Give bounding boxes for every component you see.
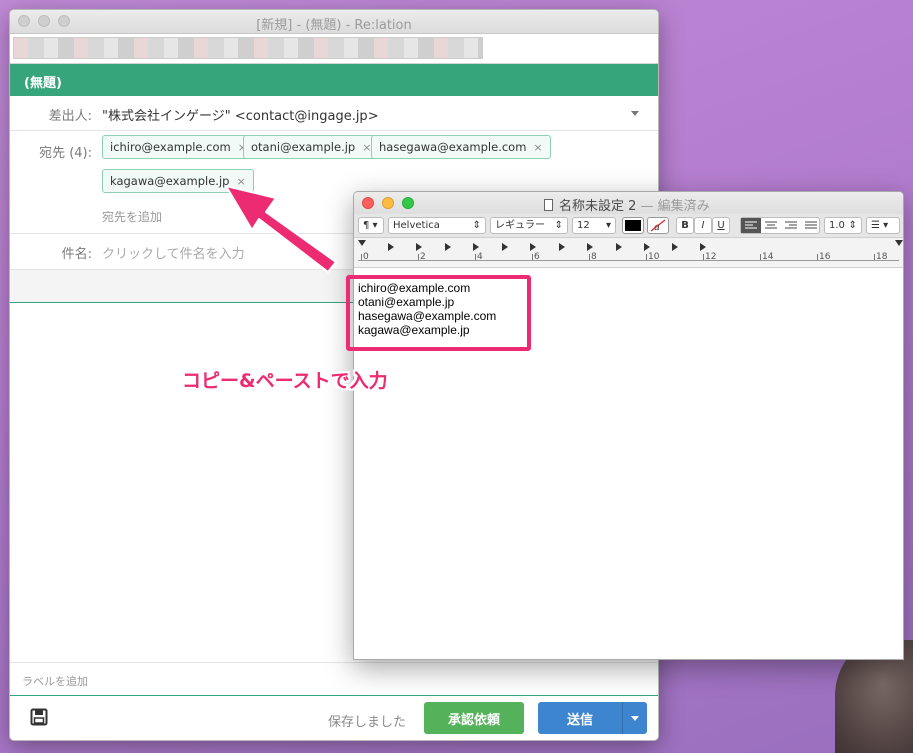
ruler-baseline <box>358 260 899 261</box>
add-label-input[interactable]: ラベルを追加 <box>10 662 658 696</box>
font-family-select[interactable]: Helvetica ⇕ <box>388 217 486 234</box>
ruler-tick <box>817 254 818 260</box>
right-margin-marker[interactable] <box>895 240 903 246</box>
ruler-tick <box>703 254 704 260</box>
tab-stop[interactable] <box>445 243 451 251</box>
recipient-chip[interactable]: hasegawa@example.com × <box>371 135 551 159</box>
close-window-button[interactable] <box>362 197 374 209</box>
ruler-tick <box>475 254 476 260</box>
ruler-label: 8 <box>591 252 597 262</box>
textedit-window-controls <box>362 197 414 209</box>
ruler-tick <box>532 254 533 260</box>
saved-status: 保存しました <box>328 715 407 730</box>
document-name: 名称未設定 2 <box>559 199 637 214</box>
recipient-address: otani@example.jp <box>251 140 356 154</box>
send-button[interactable]: 送信 <box>538 702 622 734</box>
tab-stop[interactable] <box>388 243 394 251</box>
minimize-window-button[interactable] <box>382 197 394 209</box>
font-family-value: Helvetica <box>393 220 440 231</box>
tab-stop[interactable] <box>672 243 678 251</box>
list-bullets-menu[interactable]: ☰ ▾ <box>866 217 900 234</box>
send-options-dropdown[interactable] <box>622 702 647 734</box>
tab-stop[interactable] <box>644 243 650 251</box>
textedit-titlebar: 名称未設定 2 — 編集済み <box>354 192 903 214</box>
font-size-value: 12 <box>577 220 590 231</box>
compose-footer: 保存しました 承認依頼 送信 <box>10 696 658 740</box>
window-title: [新規] - (無題) - Re:lation <box>256 18 412 33</box>
paragraph-label: ¶ <box>363 220 370 231</box>
ruler-tick <box>361 254 362 260</box>
tab-stop[interactable] <box>416 243 422 251</box>
highlight-box <box>346 275 531 351</box>
ruler-label: 0 <box>363 252 369 262</box>
blurred-address <box>13 37 483 59</box>
ruler-tick <box>760 254 761 260</box>
alignment-group <box>740 217 820 234</box>
from-select[interactable]: "株式会社インゲージ" <contact@ingage.jp> <box>102 105 379 124</box>
ruler-tick <box>589 254 590 260</box>
recipient-address: kagawa@example.jp <box>110 174 230 188</box>
edited-status: — 編集済み <box>640 199 710 214</box>
ruler-label: 18 <box>876 252 888 262</box>
ruler-label: 16 <box>819 252 831 262</box>
ruler-label: 4 <box>477 252 483 262</box>
italic-button[interactable]: I <box>694 217 712 234</box>
subject-input[interactable]: クリックして件名を入力 <box>102 243 245 262</box>
line-spacing-select[interactable]: 1.0 ⇕ <box>824 217 862 234</box>
paragraph-style-menu[interactable]: ¶ ▾ <box>358 217 384 234</box>
list-icon: ☰ <box>871 220 880 231</box>
format-toolbar: ¶ ▾ Helvetica ⇕ レギュラー ⇕ 12 ▾ a B I U 1.0 ⇕ ☰… <box>354 214 903 238</box>
to-label: 宛先 (4): <box>39 146 92 161</box>
ruler-label: 6 <box>534 252 540 262</box>
tab-stop[interactable] <box>616 243 622 251</box>
tab-stop[interactable] <box>700 243 706 251</box>
compose-header: (無題) <box>10 64 658 96</box>
tab-stop[interactable] <box>502 243 508 251</box>
annotation-label: コピー&ペーストで入力 <box>182 370 388 392</box>
recipient-chip[interactable]: otani@example.jp × <box>243 135 380 159</box>
ruler-tick <box>646 254 647 260</box>
tab-stop[interactable] <box>559 243 565 251</box>
add-recipient-input[interactable]: 宛先を追加 <box>102 208 162 225</box>
approval-request-button[interactable]: 承認依頼 <box>424 702 524 734</box>
ruler-label: 2 <box>420 252 426 262</box>
ruler[interactable]: 0 2 4 6 8 10 12 14 16 18 <box>354 238 903 268</box>
zoom-window-button[interactable] <box>402 197 414 209</box>
textedit-title: 名称未設定 2 — 編集済み <box>544 195 710 214</box>
ruler-label: 10 <box>648 252 660 262</box>
tab-stop[interactable] <box>473 243 479 251</box>
line-spacing-value: 1.0 <box>829 220 845 231</box>
font-size-select[interactable]: 12 ▾ <box>572 217 616 234</box>
text-color-well[interactable] <box>622 217 644 234</box>
recipient-address: hasegawa@example.com <box>379 140 527 154</box>
remove-recipient-icon[interactable]: × <box>533 141 542 154</box>
bold-button[interactable]: B <box>676 217 694 234</box>
ruler-tick <box>418 254 419 260</box>
ruler-label: 12 <box>705 252 717 262</box>
subject-label: 件名: <box>61 247 92 262</box>
background-color-well[interactable]: a <box>647 217 669 234</box>
recipient-chip[interactable]: kagawa@example.jp × <box>102 169 254 193</box>
from-row[interactable]: 差出人: "株式会社インゲージ" <contact@ingage.jp> <box>10 96 658 131</box>
tab-stop[interactable] <box>530 243 536 251</box>
textedit-window: 名称未設定 2 — 編集済み ¶ ▾ Helvetica ⇕ レギュラー ⇕ 12 ▾… <box>353 191 904 660</box>
font-style-select[interactable]: レギュラー ⇕ <box>490 217 568 234</box>
window-titlebar: [新規] - (無題) - Re:lation <box>10 10 658 34</box>
tab-stop[interactable] <box>587 243 593 251</box>
first-indent-marker[interactable] <box>358 240 366 246</box>
recipient-address: ichiro@example.com <box>110 140 231 154</box>
underline-button[interactable]: U <box>712 217 730 234</box>
recipient-chip[interactable]: ichiro@example.com× <box>102 135 255 159</box>
font-style-value: レギュラー <box>495 220 545 231</box>
chevron-down-icon[interactable] <box>631 111 639 116</box>
from-label: 差出人: <box>48 109 92 124</box>
document-icon <box>544 199 553 211</box>
ruler-label: 14 <box>762 252 774 262</box>
floppy-disk-icon[interactable] <box>30 708 48 731</box>
address-bar <box>10 34 658 64</box>
remove-recipient-icon[interactable]: × <box>236 175 245 188</box>
ruler-tick <box>874 254 875 260</box>
